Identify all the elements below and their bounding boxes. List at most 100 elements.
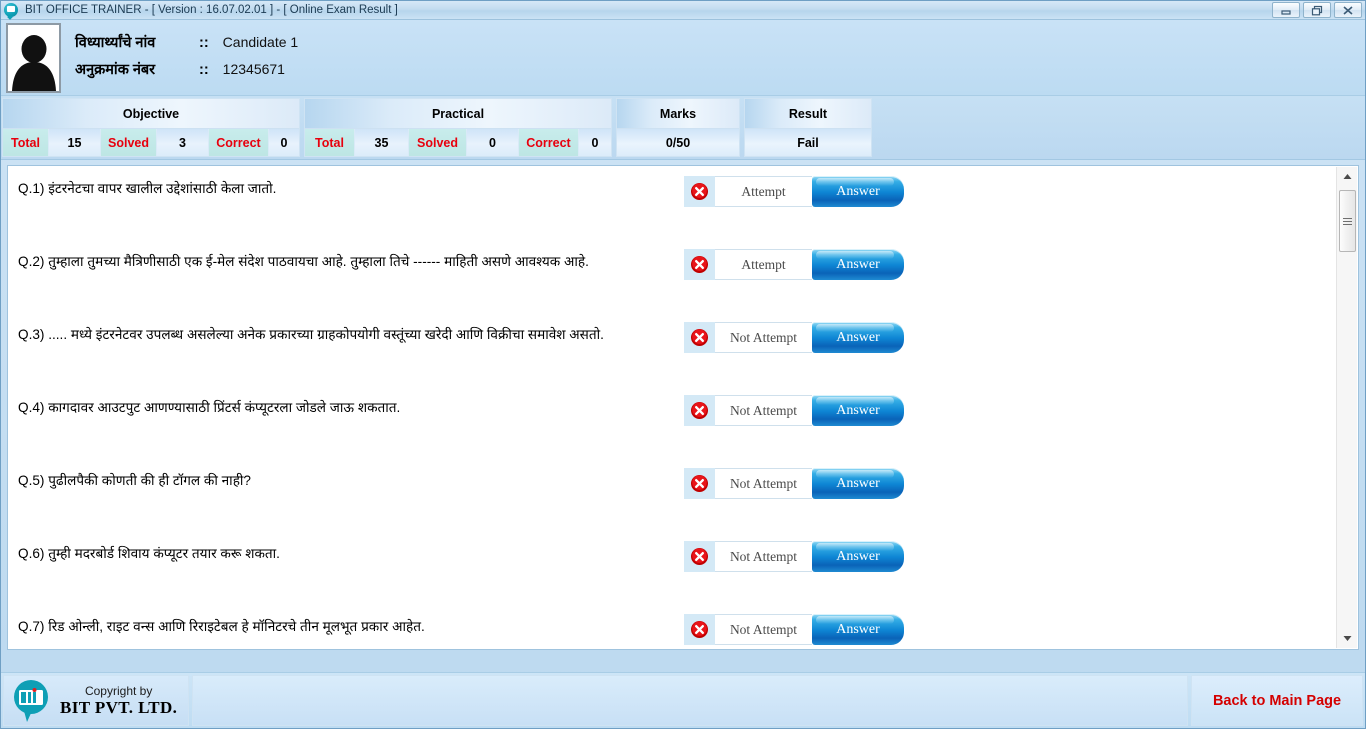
objective-total-value: 15 bbox=[49, 129, 101, 156]
question-row: Q.6) तुम्ही मदरबोर्ड शिवाय कंप्यूटर तयार… bbox=[9, 532, 1336, 605]
attempt-status: Not Attempt bbox=[715, 468, 812, 499]
scrollbar-track[interactable] bbox=[1337, 186, 1358, 629]
error-x-icon bbox=[684, 322, 715, 353]
marks-title: Marks bbox=[617, 99, 739, 129]
candidate-header: विध्यार्थ्यांचे नांव :: Candidate 1 अनुक… bbox=[1, 20, 1365, 96]
title-bar: BIT OFFICE TRAINER - [ Version : 16.07.0… bbox=[1, 1, 1365, 20]
window-controls bbox=[1272, 2, 1362, 18]
objective-title: Objective bbox=[3, 99, 299, 129]
scroll-up-arrow-icon[interactable] bbox=[1337, 167, 1358, 186]
question-row: Q.2) तुम्हाला तुमच्या मैत्रिणीसाठी एक ई-… bbox=[9, 240, 1336, 313]
answer-button[interactable]: Answer bbox=[812, 249, 904, 280]
copyright-line2: BIT PVT. LTD. bbox=[60, 697, 178, 717]
answer-button-label: Answer bbox=[836, 183, 880, 199]
attempt-status: Not Attempt bbox=[715, 614, 812, 645]
minimize-button[interactable] bbox=[1272, 2, 1300, 18]
attempt-status: Not Attempt bbox=[715, 322, 812, 353]
practical-correct-label: Correct bbox=[519, 129, 579, 156]
candidate-info: विध्यार्थ्यांचे नांव :: Candidate 1 अनुक… bbox=[61, 23, 298, 86]
attempt-status: Not Attempt bbox=[715, 541, 812, 572]
attempt-status: Attempt bbox=[715, 176, 812, 207]
candidate-name-label: विध्यार्थ्यांचे नांव bbox=[75, 35, 156, 51]
candidate-name-row: विध्यार्थ्यांचे नांव :: Candidate 1 bbox=[75, 32, 298, 52]
objective-total-label: Total bbox=[3, 129, 49, 156]
question-controls: Not Attempt Answer bbox=[684, 395, 904, 426]
stats-group-marks: Marks 0/50 bbox=[616, 98, 740, 157]
question-text: Q.5) पुढीलपैकी कोणती की ही टॉगल की नाही? bbox=[18, 473, 251, 488]
practical-solved-value: 0 bbox=[467, 129, 519, 156]
question-row: Q.1) इंटरनेटचा वापर खालील उद्देशांसाठी क… bbox=[9, 167, 1336, 240]
practical-correct-value: 0 bbox=[579, 129, 611, 156]
answer-button-label: Answer bbox=[836, 256, 880, 272]
restore-button[interactable] bbox=[1303, 2, 1331, 18]
answer-button[interactable]: Answer bbox=[812, 614, 904, 645]
question-row: Q.7) रिड ओन्ली, राइट वन्स आणि रिराइटेबल … bbox=[9, 605, 1336, 648]
stats-group-result: Result Fail bbox=[744, 98, 872, 157]
candidate-roll-value: 12345671 bbox=[222, 61, 285, 77]
bit-logo-icon bbox=[4, 3, 18, 17]
practical-cells: Total 35 Solved 0 Correct 0 bbox=[305, 129, 611, 156]
error-x-icon bbox=[684, 468, 715, 499]
question-row: Q.3) ..... मध्ये इंटरनेटवर उपलब्ध असलेल्… bbox=[9, 313, 1336, 386]
answer-button[interactable]: Answer bbox=[812, 541, 904, 572]
answer-button[interactable]: Answer bbox=[812, 176, 904, 207]
stats-bar: Objective Total 15 Solved 3 Correct 0 Pr… bbox=[1, 96, 1365, 160]
vertical-scrollbar[interactable] bbox=[1336, 167, 1357, 648]
copyright-block: Copyright by BIT PVT. LTD. bbox=[3, 675, 189, 726]
footer-spacer bbox=[192, 675, 1188, 726]
question-controls: Not Attempt Answer bbox=[684, 614, 904, 645]
person-silhouette-icon bbox=[8, 29, 59, 91]
objective-correct-value: 0 bbox=[269, 129, 299, 156]
scroll-down-arrow-icon[interactable] bbox=[1337, 629, 1358, 648]
stats-group-practical: Practical Total 35 Solved 0 Correct 0 bbox=[304, 98, 612, 157]
questions-list: Q.1) इंटरनेटचा वापर खालील उद्देशांसाठी क… bbox=[9, 167, 1336, 648]
question-row: Q.4) कागदावर आउटपुट आणण्यासाठी प्रिंटर्स… bbox=[9, 386, 1336, 459]
answer-button[interactable]: Answer bbox=[812, 395, 904, 426]
answer-button-label: Answer bbox=[836, 402, 880, 418]
candidate-name-separator: :: bbox=[199, 35, 209, 51]
question-row: Q.5) पुढीलपैकी कोणती की ही टॉगल की नाही?… bbox=[9, 459, 1336, 532]
error-x-icon bbox=[684, 395, 715, 426]
questions-panel: Q.1) इंटरनेटचा वापर खालील उद्देशांसाठी क… bbox=[7, 165, 1359, 650]
attempt-status: Not Attempt bbox=[715, 395, 812, 426]
close-button[interactable] bbox=[1334, 2, 1362, 18]
error-x-icon bbox=[684, 249, 715, 280]
objective-correct-label: Correct bbox=[209, 129, 269, 156]
objective-cells: Total 15 Solved 3 Correct 0 bbox=[3, 129, 299, 156]
answer-button[interactable]: Answer bbox=[812, 322, 904, 353]
question-controls: Attempt Answer bbox=[684, 176, 904, 207]
answer-button-label: Answer bbox=[836, 329, 880, 345]
candidate-name-value: Candidate 1 bbox=[222, 34, 299, 50]
error-x-icon bbox=[684, 541, 715, 572]
bit-logo-icon bbox=[10, 679, 52, 723]
answer-button-label: Answer bbox=[836, 548, 880, 564]
practical-total-value: 35 bbox=[355, 129, 409, 156]
practical-solved-label: Solved bbox=[409, 129, 467, 156]
question-controls: Attempt Answer bbox=[684, 249, 904, 280]
marks-cells: 0/50 bbox=[617, 129, 739, 156]
answer-button[interactable]: Answer bbox=[812, 468, 904, 499]
application-window: BIT OFFICE TRAINER - [ Version : 16.07.0… bbox=[0, 0, 1366, 729]
question-controls: Not Attempt Answer bbox=[684, 322, 904, 353]
back-to-main-page-button[interactable]: Back to Main Page bbox=[1191, 675, 1363, 726]
window-title: BIT OFFICE TRAINER - [ Version : 16.07.0… bbox=[25, 4, 398, 16]
status-badge: Fail bbox=[745, 129, 871, 156]
objective-solved-value: 3 bbox=[157, 129, 209, 156]
candidate-roll-label: अनुक्रमांक नंबर bbox=[75, 62, 156, 78]
copyright-line1: Copyright by bbox=[84, 683, 153, 698]
result-title: Result bbox=[745, 99, 871, 129]
result-cells: Fail bbox=[745, 129, 871, 156]
attempt-status: Attempt bbox=[715, 249, 812, 280]
question-text: Q.7) रिड ओन्ली, राइट वन्स आणि रिराइटेबल … bbox=[18, 619, 425, 634]
question-text: Q.4) कागदावर आउटपुट आणण्यासाठी प्रिंटर्स… bbox=[18, 400, 401, 415]
scrollbar-thumb[interactable] bbox=[1338, 190, 1356, 252]
error-x-icon bbox=[684, 176, 715, 207]
answer-button-label: Answer bbox=[836, 475, 880, 491]
copyright-text: Copyright by BIT PVT. LTD. bbox=[52, 684, 177, 718]
question-text: Q.1) इंटरनेटचा वापर खालील उद्देशांसाठी क… bbox=[18, 181, 277, 196]
objective-solved-label: Solved bbox=[101, 129, 157, 156]
question-text: Q.6) तुम्ही मदरबोर्ड शिवाय कंप्यूटर तयार… bbox=[18, 546, 280, 561]
footer: Copyright by BIT PVT. LTD. Back to Main … bbox=[1, 672, 1365, 728]
scrollbar-grip-icon bbox=[1342, 217, 1352, 225]
marks-value: 0/50 bbox=[617, 129, 739, 156]
